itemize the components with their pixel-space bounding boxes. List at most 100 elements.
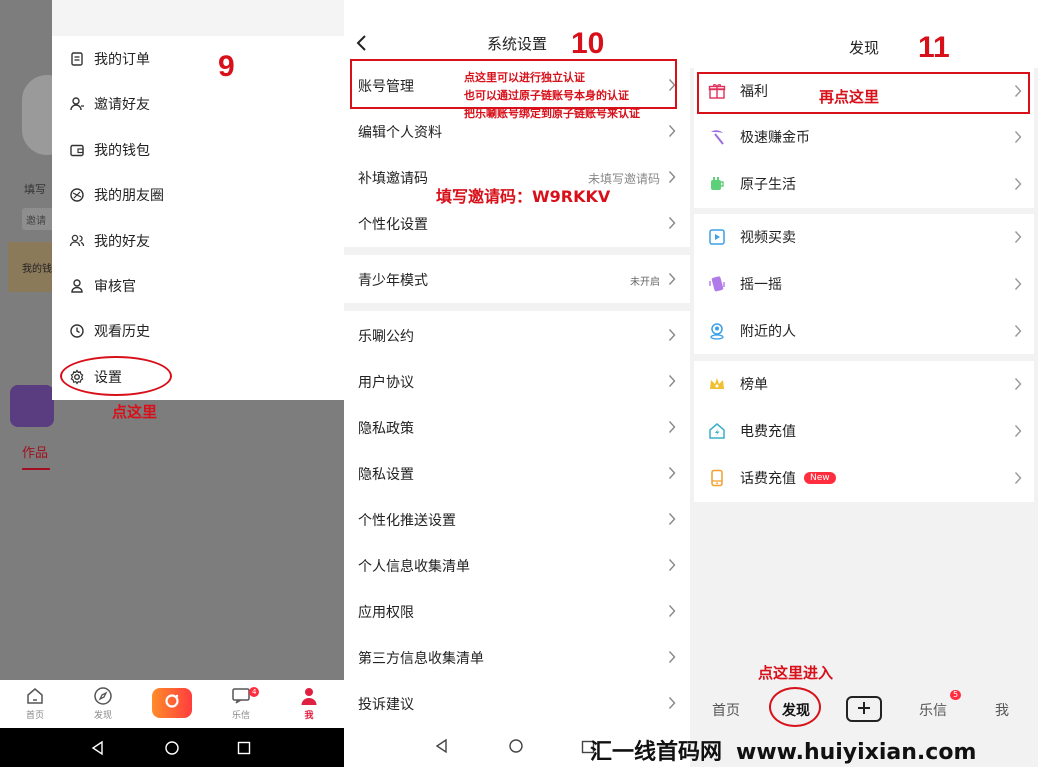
section-separator [344,303,690,311]
settings-row[interactable]: 个性化推送设置 [344,497,690,543]
settings-row-label: 个人信息收集清单 [358,559,470,575]
home-icon [10,684,60,708]
chevron-right-icon [668,420,676,437]
settings-row-label: 应用权限 [358,605,414,621]
settings-row-label: 编辑个人资料 [358,125,442,141]
menu-item-orders[interactable]: 我的订单 [68,44,150,74]
settings-row-label: 补填邀请码 [358,171,428,187]
settings-row[interactable]: 个人信息收集清单 [344,543,690,589]
settings-row-label: 个性化设置 [358,217,428,233]
page-title: 发现 [848,39,879,57]
order-icon [68,50,86,68]
chevron-right-icon [668,466,676,483]
chevron-right-icon [1014,308,1022,354]
create-button[interactable] [846,696,882,722]
menu-item-label: 邀请好友 [94,97,150,113]
dimmed-background[interactable] [52,400,344,680]
bottom-tab-bar: 首页 发现 乐信 5 我 [690,684,1038,734]
back-nav-icon[interactable] [90,728,106,767]
menu-item-label: 我的钱包 [94,143,150,159]
settings-row-value: 未开启 [630,276,660,288]
settings-header: 系统设置 [344,0,690,56]
settings-row[interactable]: 用户协议 [344,359,690,405]
discover-item-shake[interactable]: 摇一摇 [694,261,1034,307]
discover-item-electricity[interactable]: 电费充值 [694,408,1034,454]
discover-item-nearby[interactable]: 附近的人 [694,308,1034,354]
chevron-right-icon [1014,261,1022,307]
background-tab-works: 作品 [22,446,49,461]
chevron-right-icon [668,124,676,141]
tab-underline [22,468,50,470]
settings-row[interactable]: 投诉建议 [344,681,690,727]
menu-item-label: 我的朋友圈 [94,188,164,204]
menu-item-reviewer[interactable]: 审核官 [68,271,136,301]
tab-me[interactable]: 我 [284,684,334,721]
moments-icon [68,186,86,204]
system-nav-bar [0,728,344,767]
highlight-ellipse-discover-tab [769,687,821,727]
chevron-right-icon [1014,408,1022,454]
back-nav-icon[interactable] [434,738,450,758]
settings-row[interactable]: 乐唰公约 [344,313,690,359]
annotation-invite-code: 填写邀请码：W9RKKV [436,187,611,206]
pickaxe-icon [708,128,726,146]
discover-group-3: 榜单 电费充值 话费充值 New [694,361,1034,502]
chevron-right-icon [1014,161,1022,207]
menu-item-wallet[interactable]: 我的钱包 [68,135,150,165]
background-invite-tag: 邀请 [22,208,56,230]
camera-button[interactable] [152,688,192,718]
menu-item-friends[interactable]: 我的好友 [68,226,150,256]
cup-icon [708,175,726,193]
plus-icon [857,700,871,719]
tab-home[interactable]: 首页 [10,684,60,721]
friends-icon [68,232,86,250]
annotation-account-note: 点这里可以进行独立认证 也可以通过原子链账号本身的认证 把乐唰账号绑定到原子链账… [464,71,640,120]
chevron-right-icon [1014,114,1022,160]
camera-icon [162,692,182,714]
chevron-right-icon [668,328,676,345]
settings-row[interactable]: 隐私政策 [344,405,690,451]
annotation-click-again: 再点这里 [819,88,880,106]
step-number-11: 11 [918,31,950,64]
settings-row[interactable]: 个性化设置 [344,201,690,247]
settings-row[interactable]: 应用权限 [344,589,690,635]
settings-row-label: 用户协议 [358,375,414,391]
settings-row[interactable]: 第三方信息收集清单 [344,635,690,681]
step-number-9: 9 [218,50,235,83]
settings-row-label: 青少年模式 [358,273,428,289]
discover-item-phone-topup[interactable]: 话费充值 New [694,455,1034,501]
menu-item-history[interactable]: 观看历史 [68,316,150,346]
tab-home[interactable]: 首页 [712,700,740,720]
menu-item-moments[interactable]: 我的朋友圈 [68,180,164,210]
discover-header: 发现 [690,0,1038,68]
tab-messages[interactable]: 乐信 4 [216,684,266,721]
recents-nav-icon[interactable] [237,728,251,767]
tab-discover[interactable]: 发现 [78,684,128,721]
home-nav-icon[interactable] [164,728,180,767]
user-icon [284,684,334,708]
bottom-tab-bar: 首页 发现 乐信 4 我 [0,680,344,728]
drawer-top-bar [52,0,344,36]
settings-row-label: 隐私政策 [358,421,414,437]
discover-item-earn-coins[interactable]: 极速赚金币 [694,114,1034,160]
discover-panel: 发现 福利 极速赚金币 原子生活 视频买卖 摇一摇 附近的人 榜单 电费充值 话… [690,0,1038,767]
discover-item-ranking[interactable]: 榜单 [694,361,1034,407]
chevron-right-icon [668,170,676,187]
wallet-icon [68,141,86,159]
section-separator [344,247,690,255]
chevron-right-icon [1014,455,1022,501]
tab-me[interactable]: 我 [995,700,1009,720]
page-title: 系统设置 [486,35,547,53]
annotation-enter-here: 点这里进入 [758,664,834,682]
shake-icon [708,275,726,293]
discover-item-atom-life[interactable]: 原子生活 [694,161,1034,207]
settings-row[interactable]: 青少年模式 未开启 [344,257,690,303]
tab-messages[interactable]: 乐信 [919,700,947,720]
home-nav-icon[interactable] [508,738,524,758]
settings-row[interactable]: 隐私设置 [344,451,690,497]
chevron-right-icon [1014,214,1022,260]
chevron-right-icon [668,512,676,529]
menu-item-invite[interactable]: 邀请好友 [68,89,150,119]
crown-icon [708,375,726,393]
discover-item-video-trade[interactable]: 视频买卖 [694,214,1034,260]
